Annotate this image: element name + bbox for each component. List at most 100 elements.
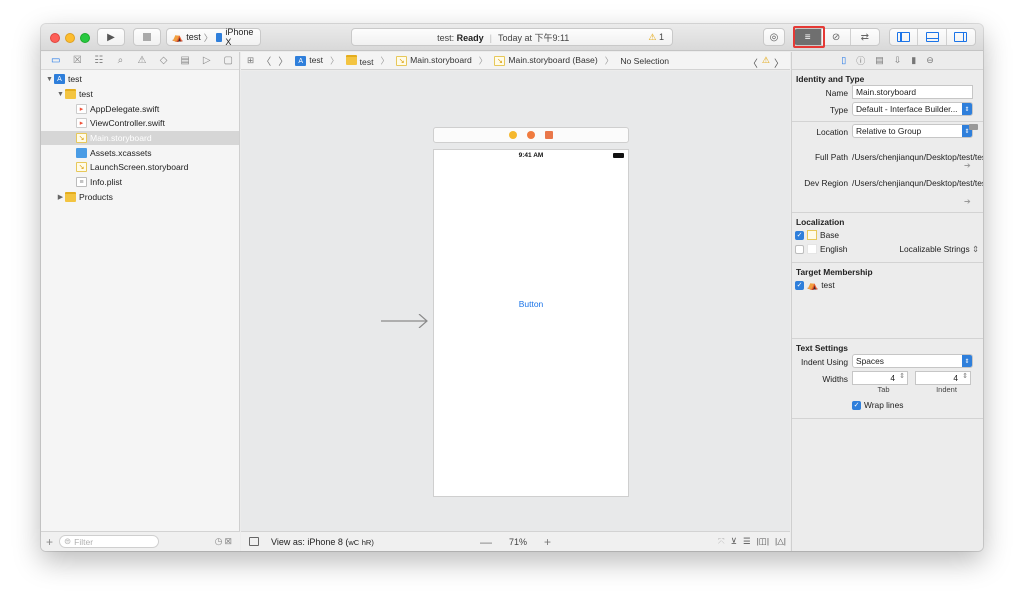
- embed-in-icon[interactable]: ⊻: [731, 536, 737, 547]
- scene-button[interactable]: Button: [434, 299, 628, 309]
- reveal-in-finder-icon[interactable]: ➔: [964, 149, 971, 170]
- view-as-device[interactable]: View as: iPhone 8 (wC hR): [271, 537, 374, 547]
- report-tab-icon[interactable]: ▢: [218, 55, 240, 66]
- source-control-tab-icon[interactable]: ☒: [67, 55, 89, 66]
- minimize-window-button[interactable]: [65, 33, 75, 43]
- issue-tab-icon[interactable]: ⚠: [131, 55, 153, 66]
- stepper-icon[interactable]: ⇕: [899, 372, 905, 380]
- left-panel-icon: [897, 32, 911, 42]
- tab-width-field[interactable]: 4 ⇕: [852, 371, 908, 385]
- base-checkbox[interactable]: ✓: [795, 230, 804, 240]
- back-arrow-icon[interactable]: 〈: [261, 53, 271, 68]
- tree-item[interactable]: Assets.xcassets: [41, 145, 239, 160]
- toggle-inspector-button[interactable]: [947, 29, 975, 45]
- location-popup[interactable]: Relative to Group ⇕: [852, 124, 973, 138]
- test-tab-icon[interactable]: ◇: [153, 55, 175, 66]
- warning-indicator[interactable]: ⚠ 1: [648, 32, 664, 43]
- indent-using-popup[interactable]: Spaces ⇕: [852, 354, 973, 368]
- breakpoint-tab-icon[interactable]: ▷: [196, 55, 218, 66]
- document-outline-icon[interactable]: [249, 537, 259, 546]
- stepper-icon[interactable]: ⇕: [962, 372, 968, 380]
- disclosure-closed-icon[interactable]: ▶: [56, 193, 65, 201]
- indent-width-field[interactable]: 4 ⇕: [915, 371, 971, 385]
- crumb-folder[interactable]: test: [345, 54, 374, 67]
- stop-button[interactable]: [133, 28, 161, 46]
- add-constraints-icon[interactable]: |◫|: [757, 536, 769, 547]
- tree-item[interactable]: ▼ test: [41, 87, 239, 102]
- english-type-popup[interactable]: Localizable Strings ⇕: [899, 244, 979, 254]
- scene-dock[interactable]: [433, 127, 629, 143]
- debug-tab-icon[interactable]: ▤: [174, 55, 196, 66]
- device-icon: [215, 32, 223, 42]
- target-checkbox[interactable]: ✓: [795, 280, 804, 290]
- update-frames-icon[interactable]: ⤧: [718, 536, 725, 547]
- zoom-window-button[interactable]: [80, 33, 90, 43]
- file-inspector-tab-icon[interactable]: ▯: [841, 55, 846, 66]
- tree-item[interactable]: ▸ ViewController.swift: [41, 116, 239, 131]
- fullpath-row: Full Path /Users/chenjianqun/Desktop/tes…: [792, 149, 983, 170]
- crumb-selection[interactable]: No Selection: [620, 56, 669, 66]
- tree-item[interactable]: ▼ Atest: [41, 72, 239, 87]
- crumb-storyboard-base[interactable]: ↘ Main.storyboard (Base): [494, 55, 598, 66]
- run-button[interactable]: ▶: [97, 28, 125, 46]
- tree-item[interactable]: ↘ LaunchScreen.storyboard: [41, 160, 239, 175]
- disclosure-open-icon[interactable]: ▼: [56, 91, 65, 98]
- toggle-debug-area-button[interactable]: [918, 29, 947, 45]
- previous-issue-icon[interactable]: 〈: [748, 55, 758, 70]
- jump-bar: ⊞ 〈 〉 Atest 〉 test 〉 ↘ Main.storyboard 〉 …: [241, 52, 790, 70]
- project-navigator-tab-icon[interactable]: ▭: [45, 55, 67, 66]
- wrap-lines-checkbox[interactable]: ✓: [852, 400, 861, 410]
- tree-item[interactable]: ↘ Main.storyboard: [41, 130, 239, 146]
- name-field[interactable]: Main.storyboard: [852, 85, 973, 99]
- toggle-navigator-button[interactable]: [890, 29, 919, 45]
- choose-folder-icon[interactable]: [969, 124, 978, 130]
- section-title: Localization: [796, 217, 845, 227]
- forward-arrow-icon[interactable]: 〉: [278, 53, 288, 68]
- project-icon: A: [54, 74, 65, 85]
- exit-icon[interactable]: [545, 131, 553, 139]
- filter-options-icon[interactable]: ◷⊠: [215, 536, 234, 547]
- english-checkbox[interactable]: [795, 244, 804, 254]
- indent-using-label: Indent Using: [800, 357, 848, 367]
- reveal-in-finder-icon[interactable]: ➔: [964, 175, 971, 206]
- filter-input[interactable]: ⊜ Filter: [59, 535, 160, 548]
- fullpath-label: Full Path: [814, 152, 848, 162]
- disclosure-open-icon[interactable]: ▼: [45, 76, 54, 83]
- view-controller-icon[interactable]: [509, 131, 517, 139]
- align-icon[interactable]: ☰: [743, 536, 751, 547]
- storyboard-canvas[interactable]: 9:41 AM Button: [241, 71, 790, 531]
- size-tab-icon[interactable]: ▮: [911, 55, 916, 66]
- name-row: Name Main.storyboard: [792, 85, 983, 102]
- type-popup[interactable]: Default - Interface Builder... ⇕: [852, 102, 973, 116]
- next-issue-icon[interactable]: 〉: [774, 55, 784, 70]
- tree-item[interactable]: ▸ AppDelegate.swift: [41, 101, 239, 116]
- zoom-in-button[interactable]: +: [544, 535, 551, 549]
- connections-tab-icon[interactable]: ⊖: [926, 55, 934, 66]
- version-editor-button[interactable]: ⇄: [851, 29, 879, 45]
- attributes-tab-icon[interactable]: ⇩: [894, 55, 902, 66]
- scheme-selector[interactable]: ⛺ test 〉 iPhone X: [166, 27, 261, 47]
- first-responder-icon[interactable]: [527, 131, 535, 139]
- add-file-button[interactable]: +: [46, 535, 53, 549]
- library-button[interactable]: ◎: [763, 28, 785, 46]
- tab-label: Tab: [877, 385, 890, 394]
- find-tab-icon[interactable]: ⌕: [110, 55, 132, 66]
- symbol-tab-icon[interactable]: ☷: [88, 55, 110, 66]
- close-window-button[interactable]: [50, 33, 60, 43]
- crumb-project[interactable]: Atest: [295, 55, 323, 67]
- related-items-icon[interactable]: ⊞: [247, 55, 254, 66]
- crumb-storyboard[interactable]: ↘ Main.storyboard: [396, 55, 472, 66]
- resolve-issues-icon[interactable]: |△|: [775, 536, 786, 547]
- xcode-window: ▶ ⛺ test 〉 iPhone X test: Ready | Today at…: [41, 24, 983, 551]
- identity-tab-icon[interactable]: ▤: [875, 55, 884, 66]
- assistant-editor-button[interactable]: ⊘: [822, 29, 851, 45]
- location-value: Relative to Group: [856, 126, 922, 136]
- quick-help-tab-icon[interactable]: ⓘ: [856, 54, 865, 67]
- zoom-out-button[interactable]: —: [480, 535, 492, 549]
- tree-item[interactable]: ▶ Products: [41, 190, 239, 205]
- tree-item[interactable]: ≡ Info.plist: [41, 175, 239, 190]
- phone-scene[interactable]: 9:41 AM Button: [433, 149, 629, 497]
- activity-text: test: Ready | Today at 下午9:11: [358, 31, 648, 44]
- warning-icon[interactable]: ⚠: [762, 55, 770, 70]
- widths-row: Widths 4 ⇕ 4 ⇕: [792, 371, 983, 385]
